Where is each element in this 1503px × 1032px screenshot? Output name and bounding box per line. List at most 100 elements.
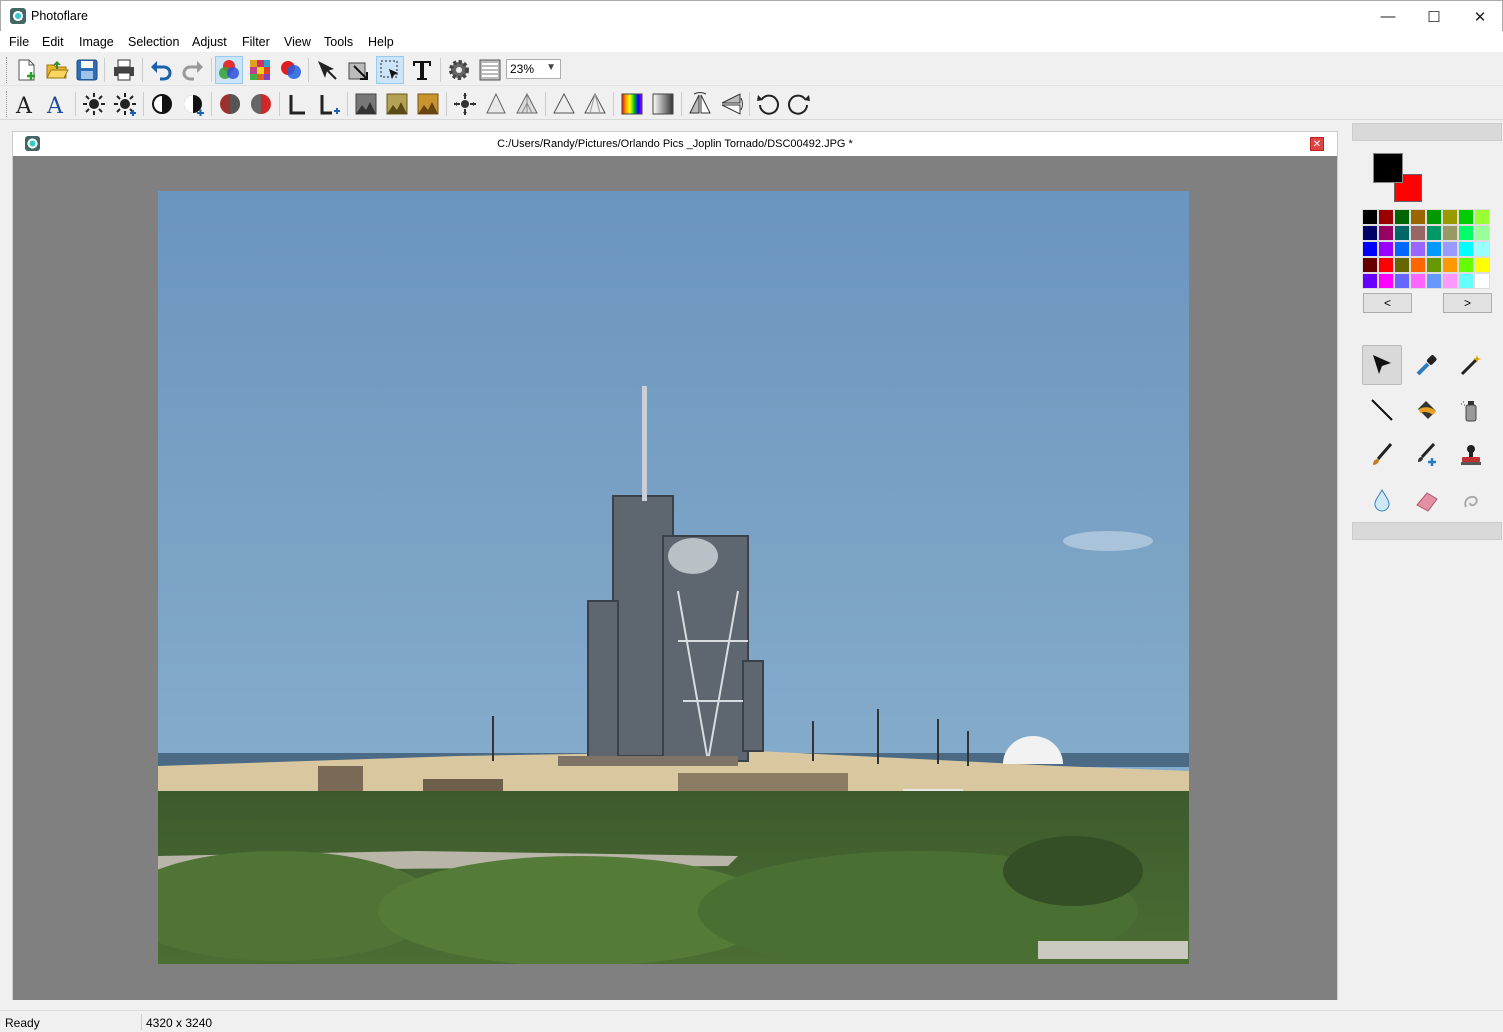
palette-swatch[interactable] [1378,225,1394,241]
menu-tools[interactable]: Tools [324,35,353,49]
magic-wand-tool-icon[interactable] [1451,345,1491,385]
palette-swatch[interactable] [1362,209,1378,225]
crop-resize-icon[interactable] [344,56,372,84]
color-overlay-icon[interactable] [277,56,305,84]
pointer-tool-icon[interactable] [1362,345,1402,385]
menu-image[interactable]: Image [79,35,114,49]
palette-swatch[interactable] [1410,225,1426,241]
pyramid-icon[interactable] [513,90,541,118]
smudge-tool-icon[interactable] [1451,480,1491,520]
undo-icon[interactable] [147,56,175,84]
palette-swatch[interactable] [1442,273,1458,289]
minimize-button[interactable]: — [1365,1,1411,32]
text-tool-icon[interactable] [408,56,436,84]
palette-swatch[interactable] [1458,257,1474,273]
palette-swatch[interactable] [1378,241,1394,257]
close-window-button[interactable]: ✕ [1457,1,1503,32]
sepia-filter-icon[interactable] [414,90,442,118]
grayscale-filter-icon[interactable] [352,90,380,118]
print-icon[interactable] [110,56,138,84]
new-file-icon[interactable] [12,56,40,84]
canvas-area[interactable] [13,156,1337,1000]
eraser-tool-icon[interactable] [1407,480,1447,520]
palette-swatch[interactable] [1394,273,1410,289]
contrast-up-icon[interactable] [179,90,207,118]
menu-filter[interactable]: Filter [242,35,270,49]
old-photo-filter-icon[interactable] [383,90,411,118]
redo-icon[interactable] [179,56,207,84]
stamp-tool-icon[interactable] [1451,435,1491,475]
palette-swatch[interactable] [1458,209,1474,225]
maximize-button[interactable]: ☐ [1411,1,1457,32]
saturation-up-icon[interactable] [247,90,275,118]
dock-header-palette[interactable] [1352,123,1502,141]
palette-swatch[interactable] [1394,257,1410,273]
flip-vertical-icon[interactable] [717,90,745,118]
eyedropper-tool-icon[interactable] [1407,345,1447,385]
line-tool-icon[interactable] [1362,390,1402,430]
primary-color-swatch[interactable] [1373,153,1403,183]
palette-swatch[interactable] [1458,273,1474,289]
palette-swatch[interactable] [1474,241,1490,257]
explode-filter-icon[interactable] [451,90,479,118]
palette-prev-button[interactable]: < [1363,293,1412,313]
font-decrease-icon[interactable]: A [12,90,40,118]
close-document-button[interactable]: ✕ [1310,137,1324,151]
menu-adjust[interactable]: Adjust [192,35,227,49]
toolbar-grip[interactable] [6,57,9,83]
saturation-down-icon[interactable] [216,90,244,118]
gradient-icon[interactable] [649,90,677,118]
palette-swatch[interactable] [1362,273,1378,289]
rotate-cw-icon[interactable] [785,90,813,118]
palette-swatch[interactable] [1442,257,1458,273]
pointer-select-icon[interactable] [313,56,341,84]
spray-can-tool-icon[interactable] [1451,390,1491,430]
palette-swatch[interactable] [1442,241,1458,257]
palette-swatch[interactable] [1394,209,1410,225]
clone-brush-tool-icon[interactable] [1407,435,1447,475]
rect-select-icon[interactable] [376,56,404,84]
color-channels-icon[interactable] [215,56,243,84]
palette-swatch[interactable] [1410,209,1426,225]
palette-swatch[interactable] [1426,209,1442,225]
paint-bucket-tool-icon[interactable] [1407,390,1447,430]
flip-horizontal-icon[interactable] [686,90,714,118]
implode-cone-icon[interactable] [482,90,510,118]
color-spectrum-icon[interactable] [618,90,646,118]
palette-swatch[interactable] [1474,225,1490,241]
palette-swatch[interactable] [1474,273,1490,289]
document-titlebar[interactable]: C:/Users/Randy/Pictures/Orlando Pics _Jo… [13,132,1337,156]
palette-swatch[interactable] [1426,273,1442,289]
palette-swatch[interactable] [1394,225,1410,241]
open-folder-icon[interactable] [43,56,71,84]
image-canvas[interactable] [158,191,1189,964]
palette-swatch[interactable] [1378,257,1394,273]
menu-view[interactable]: View [284,35,311,49]
palette-swatch[interactable] [1362,257,1378,273]
paintbrush-tool-icon[interactable] [1362,435,1402,475]
palette-swatch[interactable] [1442,225,1458,241]
prism-icon[interactable] [550,90,578,118]
brightness-down-icon[interactable] [80,90,108,118]
palette-swatch[interactable] [1410,241,1426,257]
palette-swatch[interactable] [1426,225,1442,241]
contrast-down-icon[interactable] [148,90,176,118]
layers-list-icon[interactable] [476,56,504,84]
gamma-down-icon[interactable] [284,90,312,118]
save-icon[interactable] [73,56,101,84]
font-increase-icon[interactable]: A [43,90,71,118]
menu-file[interactable]: File [9,35,29,49]
palette-swatch[interactable] [1474,209,1490,225]
palette-swatch[interactable] [1474,257,1490,273]
palette-swatch[interactable] [1378,209,1394,225]
dock-header-tools[interactable] [1352,522,1502,540]
palette-swatch[interactable] [1426,241,1442,257]
palette-swatch[interactable] [1442,209,1458,225]
palette-swatch[interactable] [1458,241,1474,257]
blur-drop-tool-icon[interactable] [1362,480,1402,520]
palette-swatch[interactable] [1362,225,1378,241]
menu-edit[interactable]: Edit [42,35,64,49]
palette-swatch[interactable] [1378,273,1394,289]
palette-swatch[interactable] [1426,257,1442,273]
settings-gear-icon[interactable] [445,56,473,84]
